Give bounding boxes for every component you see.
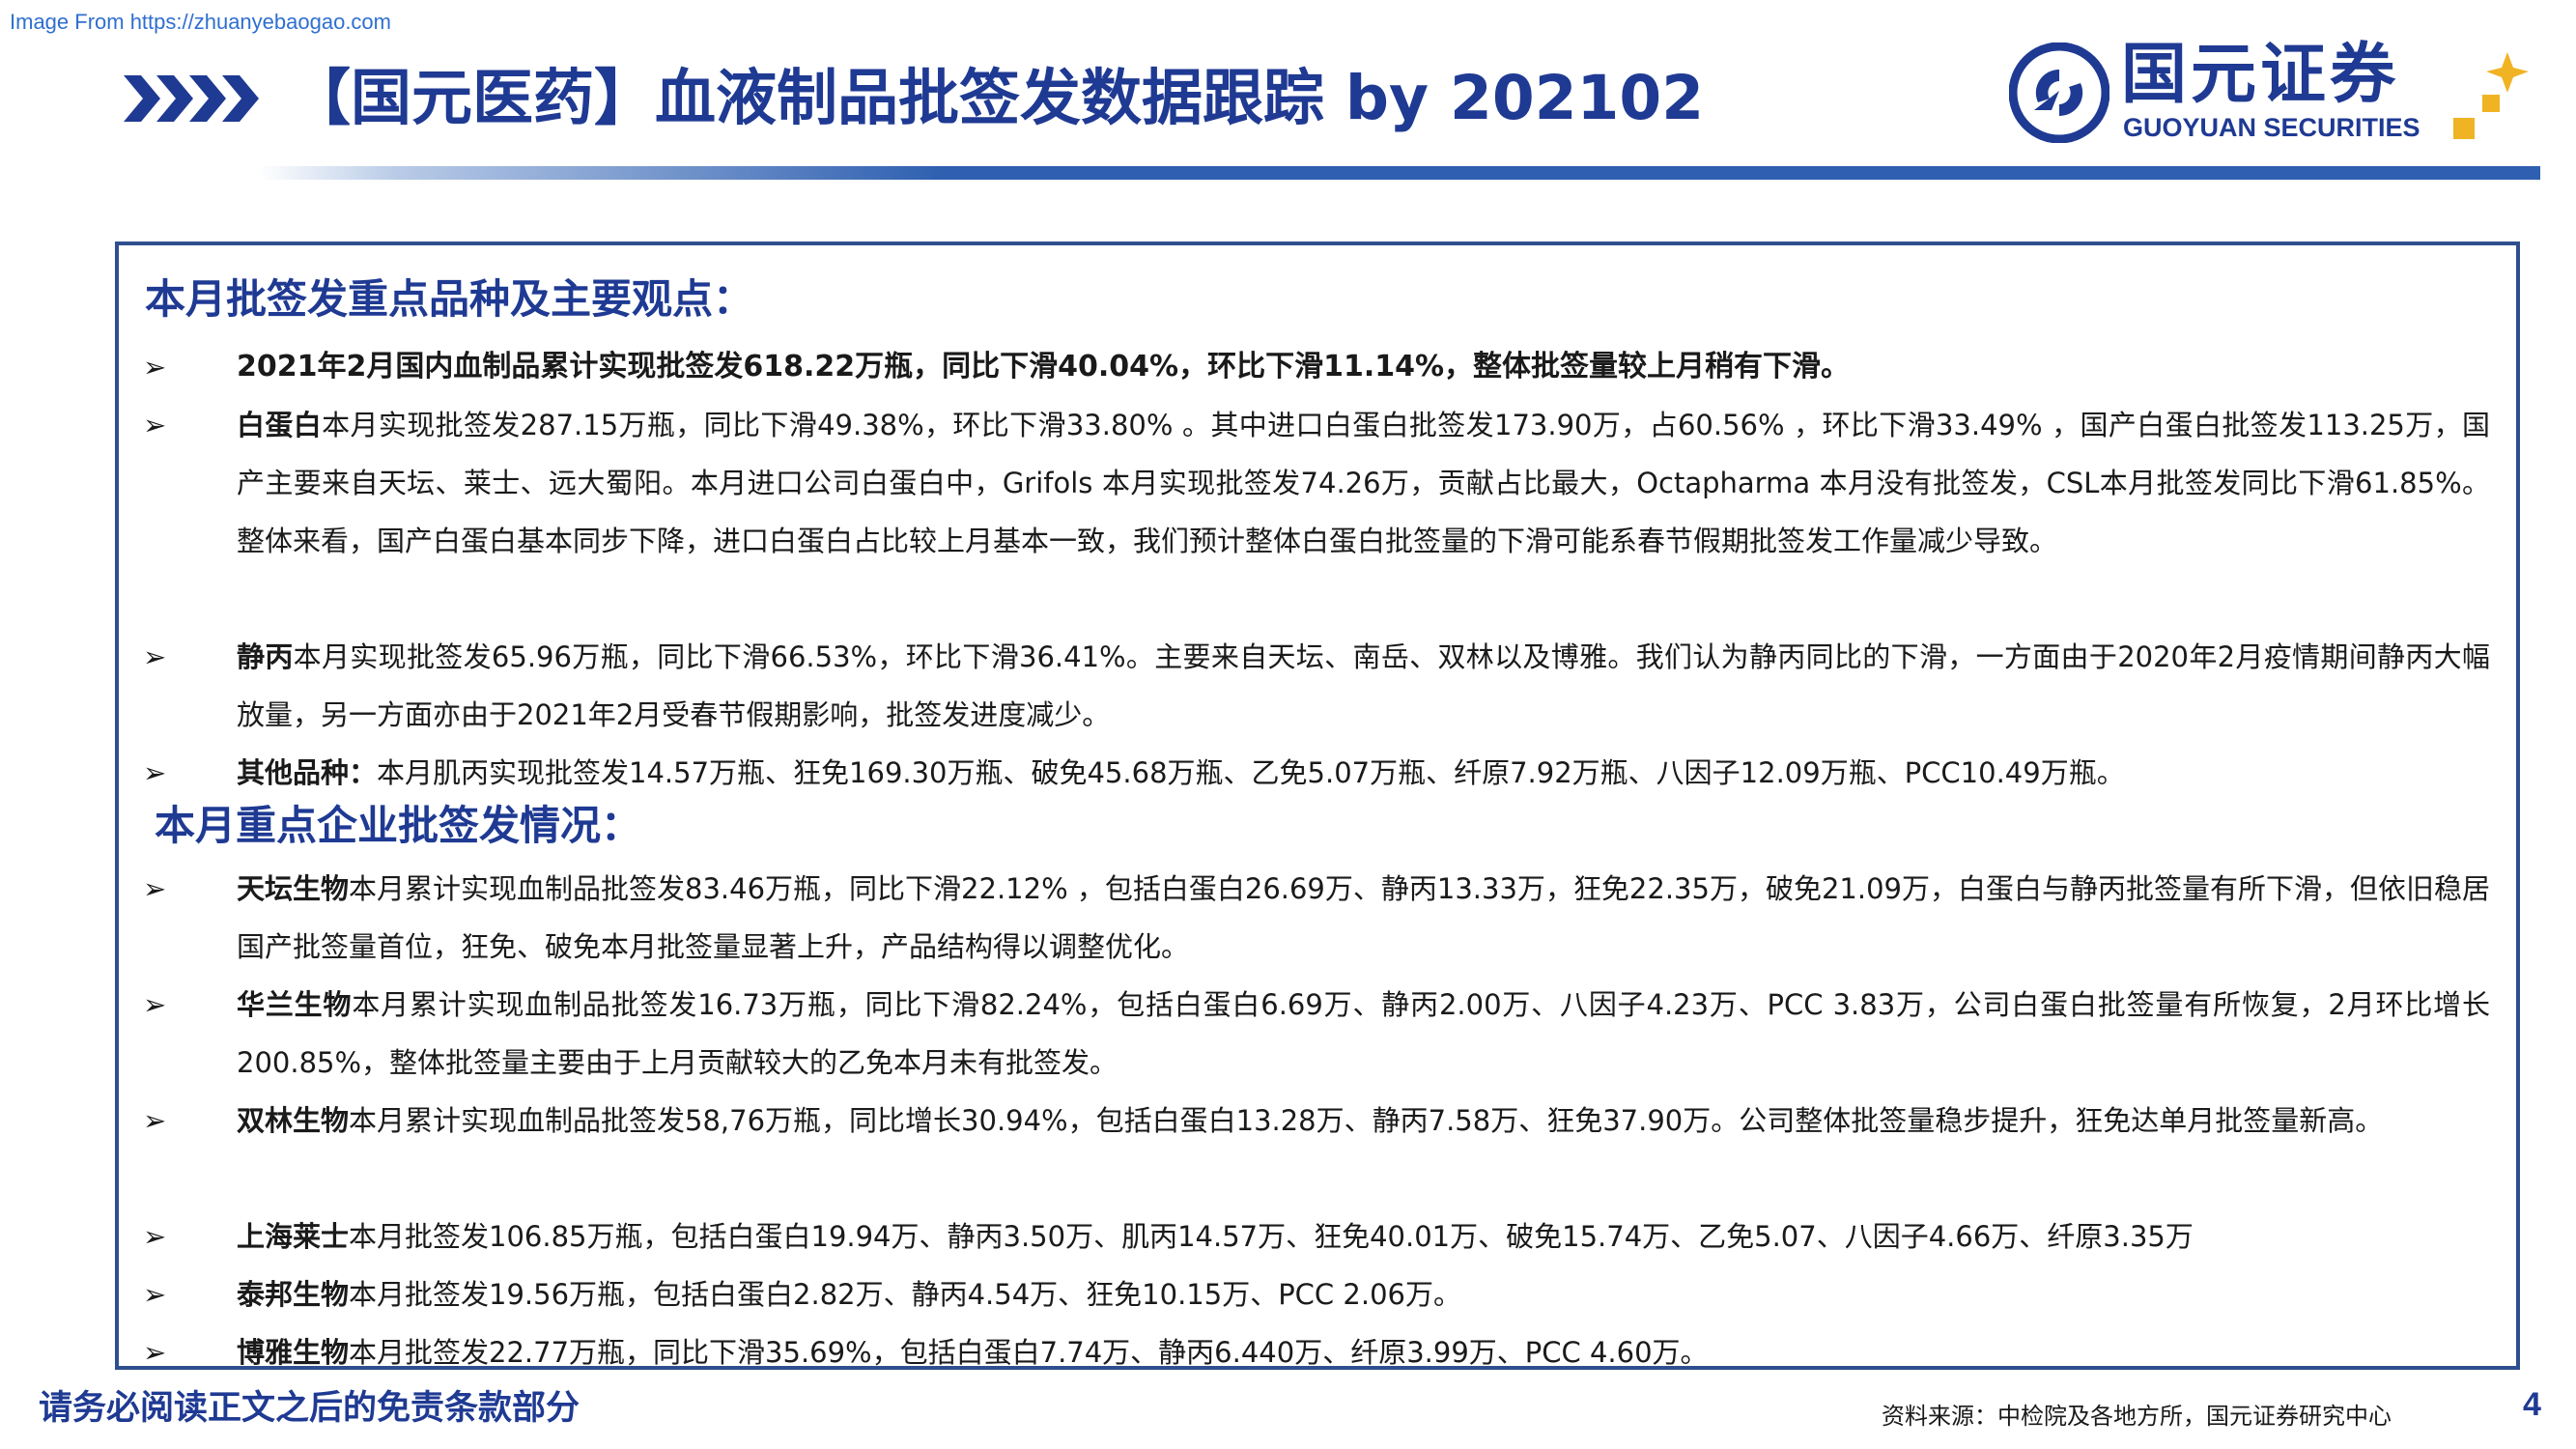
- source-note: 资料来源：中检院及各地方所，国元证券研究中心: [1882, 1403, 2392, 1430]
- list-item: ➢ 白蛋白本月实现批签发287.15万瓶，同比下滑49.38%，环比下滑33.8…: [143, 396, 2490, 570]
- chevron-arrows-icon: [124, 75, 259, 122]
- item-lead: 双林生物: [237, 1104, 350, 1137]
- item-body: 本月累计实现血制品批签发58,76万瓶，同比增长30.94%，包括白蛋白13.2…: [349, 1104, 2384, 1137]
- list-item: ➢ 天坛生物本月累计实现血制品批签发83.46万瓶，同比下滑22.12% ，包括…: [143, 860, 2490, 976]
- list-item: ➢ 博雅生物本月批签发22.77万瓶，同比下滑35.69%，包括白蛋白7.74万…: [143, 1323, 2490, 1381]
- guoyuan-logo-icon: [2009, 43, 2109, 143]
- item-body: 本月肌丙实现批签发14.57万瓶、狂免169.30万瓶、破免45.68万瓶、乙免…: [377, 756, 2125, 789]
- sparkle-icon: [2453, 52, 2529, 139]
- item-body: 本月批签发19.56万瓶，包括白蛋白2.82万、静丙4.54万、狂免10.15万…: [349, 1278, 1461, 1311]
- content-panel: 本月批签发重点品种及主要观点： ➢ 2021年2月国内血制品累计实现批签发618…: [115, 242, 2520, 1370]
- item-lead: 天坛生物: [237, 872, 350, 905]
- item-lead: 其他品种：: [237, 756, 378, 789]
- item-lead: 白蛋白: [237, 409, 323, 441]
- list-item: ➢ 泰邦生物本月批签发19.56万瓶，包括白蛋白2.82万、静丙4.54万、狂免…: [143, 1265, 2490, 1323]
- bullet-arrow-icon: ➢: [143, 1104, 167, 1137]
- bullet-arrow-icon: ➢: [143, 1220, 167, 1253]
- item-body: 本月累计实现血制品批签发83.46万瓶，同比下滑22.12% ，包括白蛋白26.…: [237, 872, 2490, 963]
- bullet-arrow-icon: ➢: [143, 872, 167, 905]
- watermark-text: Image From https://zhuanyebaogao.com: [10, 10, 391, 34]
- item-lead: 静丙: [237, 640, 294, 673]
- item-body: 本月实现批签发287.15万瓶，同比下滑49.38%，环比下滑33.80% 。其…: [237, 409, 2490, 557]
- logo-english-name: GUOYUAN SECURITIES: [2123, 113, 2420, 142]
- item-body: 本月批签发106.85万瓶，包括白蛋白19.94万、静丙3.50万、肌丙14.5…: [349, 1220, 2194, 1253]
- item-lead: 上海莱士: [237, 1220, 350, 1253]
- bullet-arrow-icon: ➢: [143, 409, 167, 441]
- bullet-arrow-icon: ➢: [143, 1278, 167, 1311]
- item-body: 本月累计实现血制品批签发16.73万瓶，同比下滑82.24%，包括白蛋白6.69…: [237, 988, 2490, 1079]
- item-lead: 博雅生物: [237, 1336, 350, 1369]
- list-item: ➢ 2021年2月国内血制品累计实现批签发618.22万瓶，同比下滑40.04%…: [143, 338, 2490, 396]
- page-title: 【国元医药】血液制品批签发数据跟踪 by 202102: [290, 63, 1705, 133]
- disclaimer-text: 请务必阅读正文之后的免责条款部分: [39, 1388, 580, 1428]
- item-lead: 泰邦生物: [237, 1278, 350, 1311]
- list-item: ➢ 华兰生物本月累计实现血制品批签发16.73万瓶，同比下滑82.24%，包括白…: [143, 976, 2490, 1092]
- page-number: 4: [2523, 1386, 2541, 1423]
- summary-text: 2021年2月国内血制品累计实现批签发618.22万瓶，同比下滑40.04%，环…: [237, 350, 1851, 384]
- bullet-arrow-icon: ➢: [143, 988, 167, 1021]
- list-item: ➢ 静丙本月实现批签发65.96万瓶，同比下滑66.53%，环比下滑36.41%…: [143, 628, 2490, 744]
- section-heading-varieties: 本月批签发重点品种及主要观点：: [145, 275, 754, 323]
- item-body: 本月批签发22.77万瓶，同比下滑35.69%，包括白蛋白7.74万、静丙6.4…: [349, 1336, 1709, 1369]
- list-item: ➢ 上海莱士本月批签发106.85万瓶，包括白蛋白19.94万、静丙3.50万、…: [143, 1208, 2490, 1265]
- item-body: 本月实现批签发65.96万瓶，同比下滑66.53%，环比下滑36.41%。主要来…: [237, 640, 2490, 731]
- logo-chinese-name: 国元证券: [2121, 37, 2400, 113]
- section-heading-companies: 本月重点企业批签发情况：: [155, 802, 642, 849]
- bullet-arrow-icon: ➢: [143, 640, 167, 673]
- list-item: ➢ 其他品种：本月肌丙实现批签发14.57万瓶、狂免169.30万瓶、破免45.…: [143, 744, 2490, 802]
- bullet-arrow-icon: ➢: [143, 1336, 167, 1369]
- item-lead: 华兰生物: [237, 988, 353, 1021]
- bullet-arrow-icon: ➢: [143, 351, 167, 384]
- title-divider: [259, 166, 2540, 180]
- bullet-arrow-icon: ➢: [143, 756, 167, 789]
- list-item: ➢ 双林生物本月累计实现血制品批签发58,76万瓶，同比增长30.94%，包括白…: [143, 1092, 2490, 1150]
